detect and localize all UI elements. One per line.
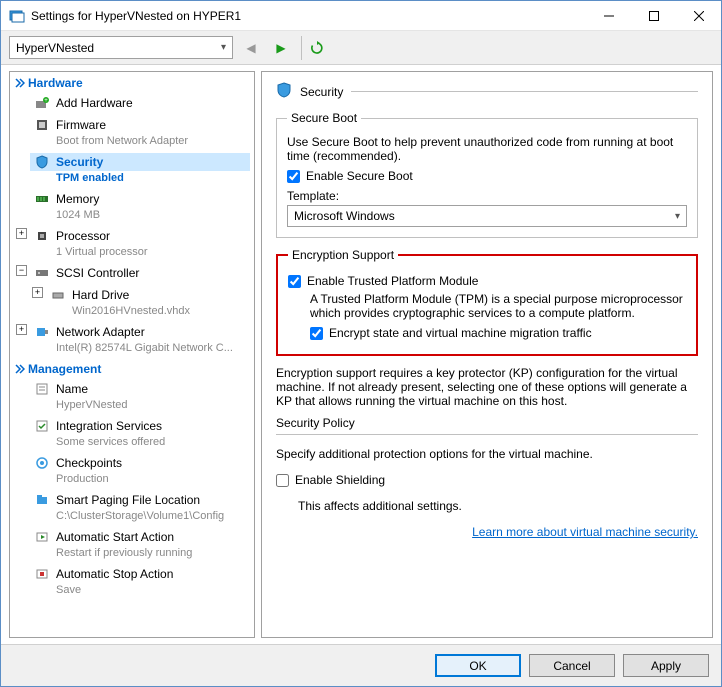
enable-tpm-checkbox[interactable] bbox=[288, 275, 301, 288]
sidebar-item-network-adapter[interactable]: + Network Adapter Intel(R) 82574L Gigabi… bbox=[10, 321, 254, 358]
svg-text:+: + bbox=[44, 98, 48, 104]
sidebar: Hardware + Add Hardware Firmware Boot fr… bbox=[9, 71, 255, 638]
sidebar-item-add-hardware[interactable]: + Add Hardware bbox=[10, 92, 254, 114]
shield-icon bbox=[34, 154, 50, 170]
sidebar-item-integration[interactable]: Integration Services Some services offer… bbox=[10, 415, 254, 452]
enable-secure-boot-label[interactable]: Enable Secure Boot bbox=[306, 169, 413, 183]
close-button[interactable] bbox=[676, 1, 721, 30]
template-value: Microsoft Windows bbox=[294, 209, 395, 223]
app-icon bbox=[9, 8, 25, 24]
shielding-note: This affects additional settings. bbox=[276, 499, 698, 513]
hardware-label: Hardware bbox=[28, 76, 83, 90]
policy-desc: Specify additional protection options fo… bbox=[276, 447, 698, 461]
expand-icon[interactable]: + bbox=[16, 324, 27, 335]
template-label: Template: bbox=[287, 189, 687, 203]
toolbar: HyperVNested ▾ ◀ ▶ bbox=[1, 31, 721, 65]
nav-forward-button[interactable]: ▶ bbox=[269, 36, 293, 60]
integration-icon bbox=[34, 418, 50, 434]
scsi-icon bbox=[34, 265, 50, 281]
processor-icon bbox=[34, 228, 50, 244]
vm-selector[interactable]: HyperVNested ▾ bbox=[9, 36, 233, 59]
collapse-icon[interactable]: − bbox=[16, 265, 27, 276]
hardware-section-header[interactable]: Hardware bbox=[10, 72, 254, 92]
footer: OK Cancel Apply bbox=[1, 644, 721, 686]
content-panel: Security Secure Boot Use Secure Boot to … bbox=[261, 71, 713, 638]
window-title: Settings for HyperVNested on HYPER1 bbox=[31, 9, 586, 23]
sidebar-item-processor[interactable]: + Processor 1 Virtual processor bbox=[10, 225, 254, 262]
body: Hardware + Add Hardware Firmware Boot fr… bbox=[1, 65, 721, 644]
management-section-header[interactable]: Management bbox=[10, 358, 254, 378]
panel-title-text: Security bbox=[300, 85, 343, 99]
security-policy-heading: Security Policy bbox=[276, 416, 698, 430]
divider bbox=[276, 434, 698, 435]
template-select[interactable]: Microsoft Windows ▾ bbox=[287, 205, 687, 227]
sidebar-item-auto-stop[interactable]: Automatic Stop Action Save bbox=[10, 563, 254, 600]
shield-icon bbox=[276, 82, 292, 101]
enable-secure-boot-checkbox[interactable] bbox=[287, 170, 300, 183]
name-icon bbox=[34, 381, 50, 397]
learn-more-link[interactable]: Learn more about virtual machine securit… bbox=[276, 525, 698, 539]
vm-selector-value: HyperVNested bbox=[16, 41, 94, 55]
ok-button[interactable]: OK bbox=[435, 654, 521, 677]
enable-shielding-label[interactable]: Enable Shielding bbox=[295, 473, 385, 487]
panel-title: Security bbox=[276, 82, 698, 101]
enable-tpm-label[interactable]: Enable Trusted Platform Module bbox=[307, 274, 478, 288]
management-label: Management bbox=[28, 362, 101, 376]
chevron-down-icon: ▾ bbox=[675, 211, 680, 222]
titlebar: Settings for HyperVNested on HYPER1 bbox=[1, 1, 721, 31]
expand-icon[interactable]: + bbox=[16, 228, 27, 239]
sidebar-item-security[interactable]: Security TPM enabled bbox=[10, 151, 254, 188]
sidebar-item-name[interactable]: Name HyperVNested bbox=[10, 378, 254, 415]
collapse-icon bbox=[14, 363, 25, 374]
network-adapter-icon bbox=[34, 324, 50, 340]
cancel-button[interactable]: Cancel bbox=[529, 654, 615, 677]
sidebar-item-checkpoints[interactable]: Checkpoints Production bbox=[10, 452, 254, 489]
memory-icon bbox=[34, 191, 50, 207]
kp-note: Encryption support requires a key protec… bbox=[276, 366, 698, 408]
add-hardware-icon: + bbox=[34, 95, 50, 111]
checkpoints-icon bbox=[34, 455, 50, 471]
paging-icon bbox=[34, 492, 50, 508]
firmware-icon bbox=[34, 117, 50, 133]
auto-stop-icon bbox=[34, 566, 50, 582]
expand-icon[interactable]: + bbox=[32, 287, 43, 298]
encrypt-traffic-label[interactable]: Encrypt state and virtual machine migrat… bbox=[329, 326, 592, 340]
secure-boot-group: Secure Boot Use Secure Boot to help prev… bbox=[276, 111, 698, 238]
sidebar-item-scsi[interactable]: − SCSI Controller bbox=[10, 262, 254, 284]
secure-boot-desc: Use Secure Boot to help prevent unauthor… bbox=[287, 135, 687, 163]
sidebar-item-firmware[interactable]: Firmware Boot from Network Adapter bbox=[10, 114, 254, 151]
encryption-support-group: Encryption Support Enable Trusted Platfo… bbox=[276, 248, 698, 356]
encryption-legend: Encryption Support bbox=[288, 248, 398, 262]
refresh-button[interactable] bbox=[301, 36, 325, 60]
maximize-button[interactable] bbox=[631, 1, 676, 30]
hard-drive-icon bbox=[50, 287, 66, 303]
encrypt-traffic-checkbox[interactable] bbox=[310, 327, 323, 340]
collapse-icon bbox=[14, 77, 25, 88]
auto-start-icon bbox=[34, 529, 50, 545]
enable-shielding-checkbox[interactable] bbox=[276, 474, 289, 487]
secure-boot-legend: Secure Boot bbox=[287, 111, 361, 125]
sidebar-item-paging[interactable]: Smart Paging File Location C:\ClusterSto… bbox=[10, 489, 254, 526]
title-divider bbox=[351, 91, 698, 92]
sidebar-item-hard-drive[interactable]: + Hard Drive Win2016HVnested.vhdx bbox=[10, 284, 254, 321]
sidebar-item-memory[interactable]: Memory 1024 MB bbox=[10, 188, 254, 225]
nav-back-button[interactable]: ◀ bbox=[239, 36, 263, 60]
apply-button[interactable]: Apply bbox=[623, 654, 709, 677]
tpm-desc: A Trusted Platform Module (TPM) is a spe… bbox=[288, 292, 686, 320]
minimize-button[interactable] bbox=[586, 1, 631, 30]
sidebar-item-auto-start[interactable]: Automatic Start Action Restart if previo… bbox=[10, 526, 254, 563]
chevron-down-icon: ▾ bbox=[221, 42, 226, 53]
settings-window: Settings for HyperVNested on HYPER1 Hype… bbox=[0, 0, 722, 687]
